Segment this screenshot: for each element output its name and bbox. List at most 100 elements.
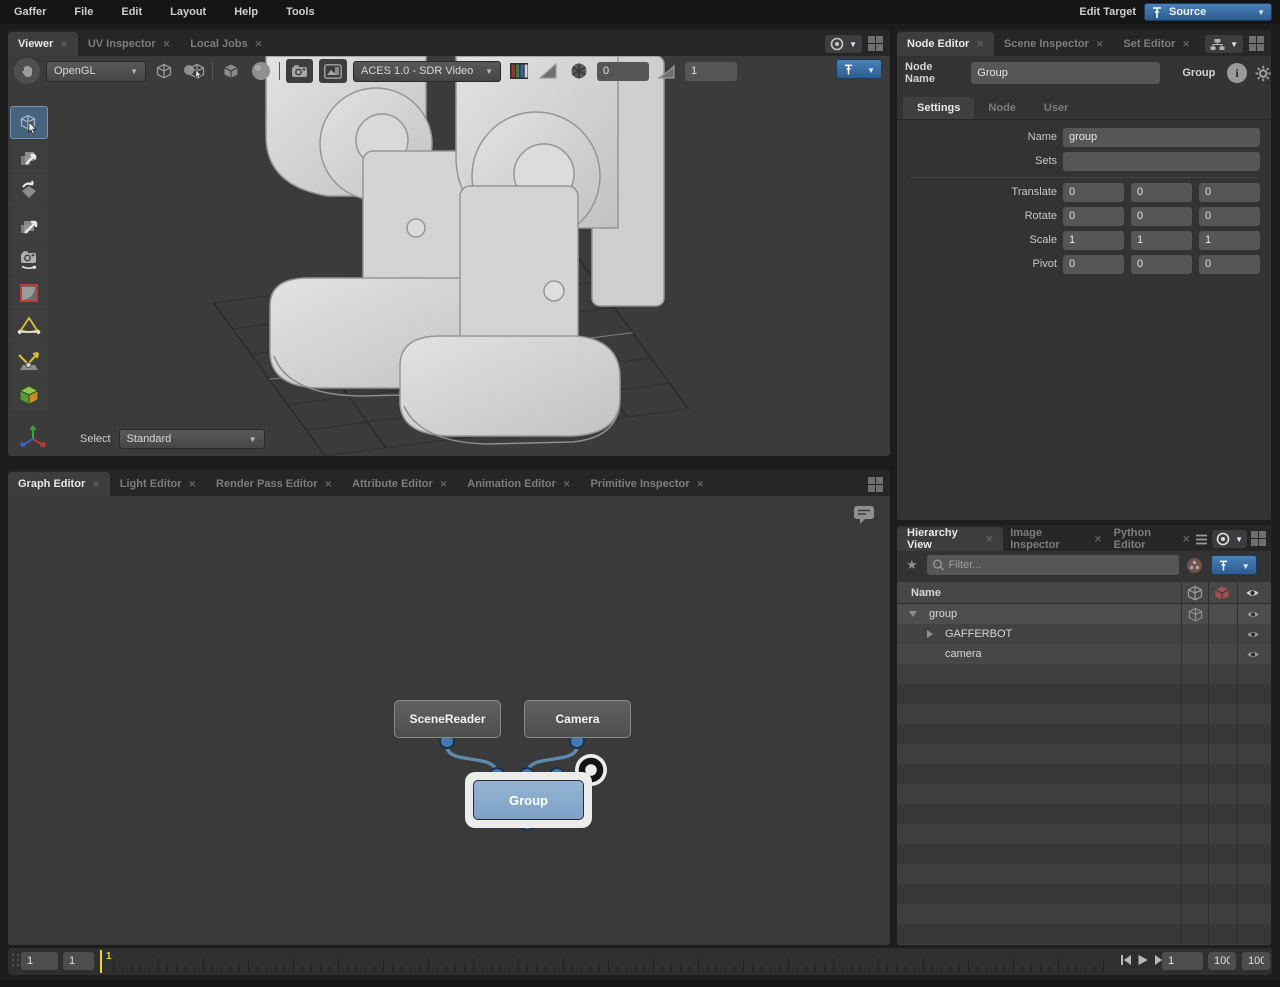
rotate-tool-button[interactable] xyxy=(10,174,48,207)
close-icon[interactable] xyxy=(1182,39,1190,50)
expander-right-icon[interactable] xyxy=(927,630,933,638)
display-transform-dropdown[interactable]: ACES 1.0 - SDR Video xyxy=(353,60,501,82)
gear-icon[interactable] xyxy=(1254,64,1271,82)
tab-hierarchy-view[interactable]: Hierarchy View xyxy=(897,527,1004,551)
menu-layout[interactable]: Layout xyxy=(156,6,220,18)
bookmark-star-icon[interactable]: ★ xyxy=(906,557,918,573)
filter-input[interactable] xyxy=(948,559,1179,571)
scale-tool-button[interactable] xyxy=(10,208,48,241)
subtab-settings[interactable]: Settings xyxy=(903,97,975,119)
rgb-channels-icon[interactable] xyxy=(507,59,531,83)
hierarchy-row-camera[interactable]: camera xyxy=(897,644,1271,664)
info-icon[interactable]: i xyxy=(1227,63,1247,83)
menu-lines-icon[interactable] xyxy=(1195,534,1208,545)
close-icon[interactable] xyxy=(325,479,333,490)
close-icon[interactable] xyxy=(189,479,197,490)
layout-grid-icon[interactable] xyxy=(1251,531,1267,547)
translate-y-field[interactable] xyxy=(1131,182,1192,202)
graph-canvas[interactable]: SceneReader Camera Group xyxy=(8,496,890,945)
close-icon[interactable] xyxy=(563,479,571,490)
pivot-z-field[interactable] xyxy=(1199,254,1260,274)
tab-graph-editor[interactable]: Graph Editor xyxy=(8,472,110,496)
tab-attribute-editor[interactable]: Attribute Editor xyxy=(342,472,457,496)
tab-light-editor[interactable]: Light Editor xyxy=(110,472,206,496)
set-filter-icon[interactable] xyxy=(1186,557,1203,574)
renderer-dropdown[interactable]: OpenGL xyxy=(46,60,146,82)
close-icon[interactable] xyxy=(1094,534,1102,545)
play-icon[interactable] xyxy=(1137,954,1149,966)
hierarchy-row-gafferbot[interactable]: GAFFERBOT xyxy=(897,624,1271,644)
close-icon[interactable] xyxy=(163,39,171,50)
menu-gaffer[interactable]: Gaffer xyxy=(0,6,60,18)
select-mode-dropdown[interactable]: Standard xyxy=(118,429,265,449)
translate-x-field[interactable] xyxy=(1063,182,1124,202)
subtab-node[interactable]: Node xyxy=(974,97,1030,119)
tab-set-editor[interactable]: Set Editor xyxy=(1113,32,1200,56)
visibility-eye-icon[interactable] xyxy=(1246,629,1260,640)
tab-primitive-inspector[interactable]: Primitive Inspector xyxy=(580,472,714,496)
tab-viewer[interactable]: Viewer xyxy=(8,32,78,56)
exposure-field[interactable] xyxy=(597,61,649,81)
exposure-icon[interactable] xyxy=(537,59,561,83)
layout-grid-icon[interactable] xyxy=(868,36,884,52)
node-camera[interactable]: Camera xyxy=(524,700,631,738)
node-scenereader[interactable]: SceneReader xyxy=(394,700,501,738)
translate-z-field[interactable] xyxy=(1199,182,1260,202)
pan-tool-button[interactable] xyxy=(14,58,40,84)
crop-window-tool-button[interactable] xyxy=(10,276,48,309)
close-icon[interactable] xyxy=(440,479,448,490)
scale-x-field[interactable] xyxy=(1063,230,1124,250)
visibility-eye-icon[interactable] xyxy=(1246,649,1260,660)
visualiser-tool-button[interactable] xyxy=(10,378,48,411)
close-icon[interactable] xyxy=(255,39,263,50)
light-tool-button[interactable] xyxy=(10,310,48,343)
display-options-button[interactable] xyxy=(319,59,347,83)
menu-tools[interactable]: Tools xyxy=(272,6,329,18)
timeline-start-field[interactable] xyxy=(21,952,58,970)
camera-settings-button[interactable] xyxy=(286,59,313,83)
name-field[interactable] xyxy=(1063,127,1260,147)
close-icon[interactable] xyxy=(1096,39,1104,50)
viewport[interactable]: OpenGL ▼ ACES 1.0 - SDR Video ▼ 0 1 ▼ Se… xyxy=(8,56,890,456)
shading-wireframe-icon[interactable] xyxy=(152,59,176,83)
range-end-field[interactable] xyxy=(1208,952,1236,970)
menu-edit[interactable]: Edit xyxy=(107,6,156,18)
layout-grid-icon[interactable] xyxy=(868,477,884,493)
playhead[interactable] xyxy=(100,950,102,973)
tab-node-editor[interactable]: Node Editor xyxy=(897,32,994,56)
inclusions-cube-icon[interactable] xyxy=(1188,607,1203,622)
range-start-field[interactable] xyxy=(1162,952,1203,970)
close-icon[interactable] xyxy=(986,534,994,545)
shaded-sphere-icon[interactable] xyxy=(249,59,273,83)
inclusions-cube-icon[interactable] xyxy=(1187,585,1203,601)
tab-uv-inspector[interactable]: UV Inspector xyxy=(78,32,180,56)
skip-start-icon[interactable] xyxy=(1120,954,1132,966)
edit-target-dropdown[interactable]: Source xyxy=(1144,3,1272,21)
light-position-tool-button[interactable] xyxy=(10,344,48,377)
select-tool-button[interactable] xyxy=(10,106,48,139)
scale-y-field[interactable] xyxy=(1131,230,1192,250)
tab-scene-inspector[interactable]: Scene Inspector xyxy=(994,32,1114,56)
hierarchy-pin-dropdown[interactable] xyxy=(1210,555,1257,575)
pivot-x-field[interactable] xyxy=(1063,254,1124,274)
expander-down-icon[interactable] xyxy=(909,611,917,617)
rotate-y-field[interactable] xyxy=(1131,206,1192,226)
close-icon[interactable] xyxy=(976,39,984,50)
translate-tool-button[interactable] xyxy=(10,140,48,173)
menu-file[interactable]: File xyxy=(60,6,107,18)
sets-field[interactable] xyxy=(1063,151,1260,171)
subtab-user[interactable]: User xyxy=(1030,97,1082,119)
timeline-current-field[interactable] xyxy=(63,952,94,970)
close-icon[interactable] xyxy=(1183,534,1191,545)
node-graph-link-button[interactable] xyxy=(1205,35,1243,53)
close-icon[interactable] xyxy=(60,39,68,50)
timeline-grip[interactable] xyxy=(12,954,19,966)
selection-mask-icon[interactable] xyxy=(182,59,206,83)
scale-z-field[interactable] xyxy=(1199,230,1260,250)
filter-search-field[interactable] xyxy=(926,555,1179,575)
close-icon[interactable] xyxy=(697,479,705,490)
rotate-x-field[interactable] xyxy=(1063,206,1124,226)
hierarchy-row-group[interactable]: group xyxy=(897,604,1271,624)
menu-help[interactable]: Help xyxy=(220,6,272,18)
viewer-pin-dropdown[interactable] xyxy=(836,59,882,79)
